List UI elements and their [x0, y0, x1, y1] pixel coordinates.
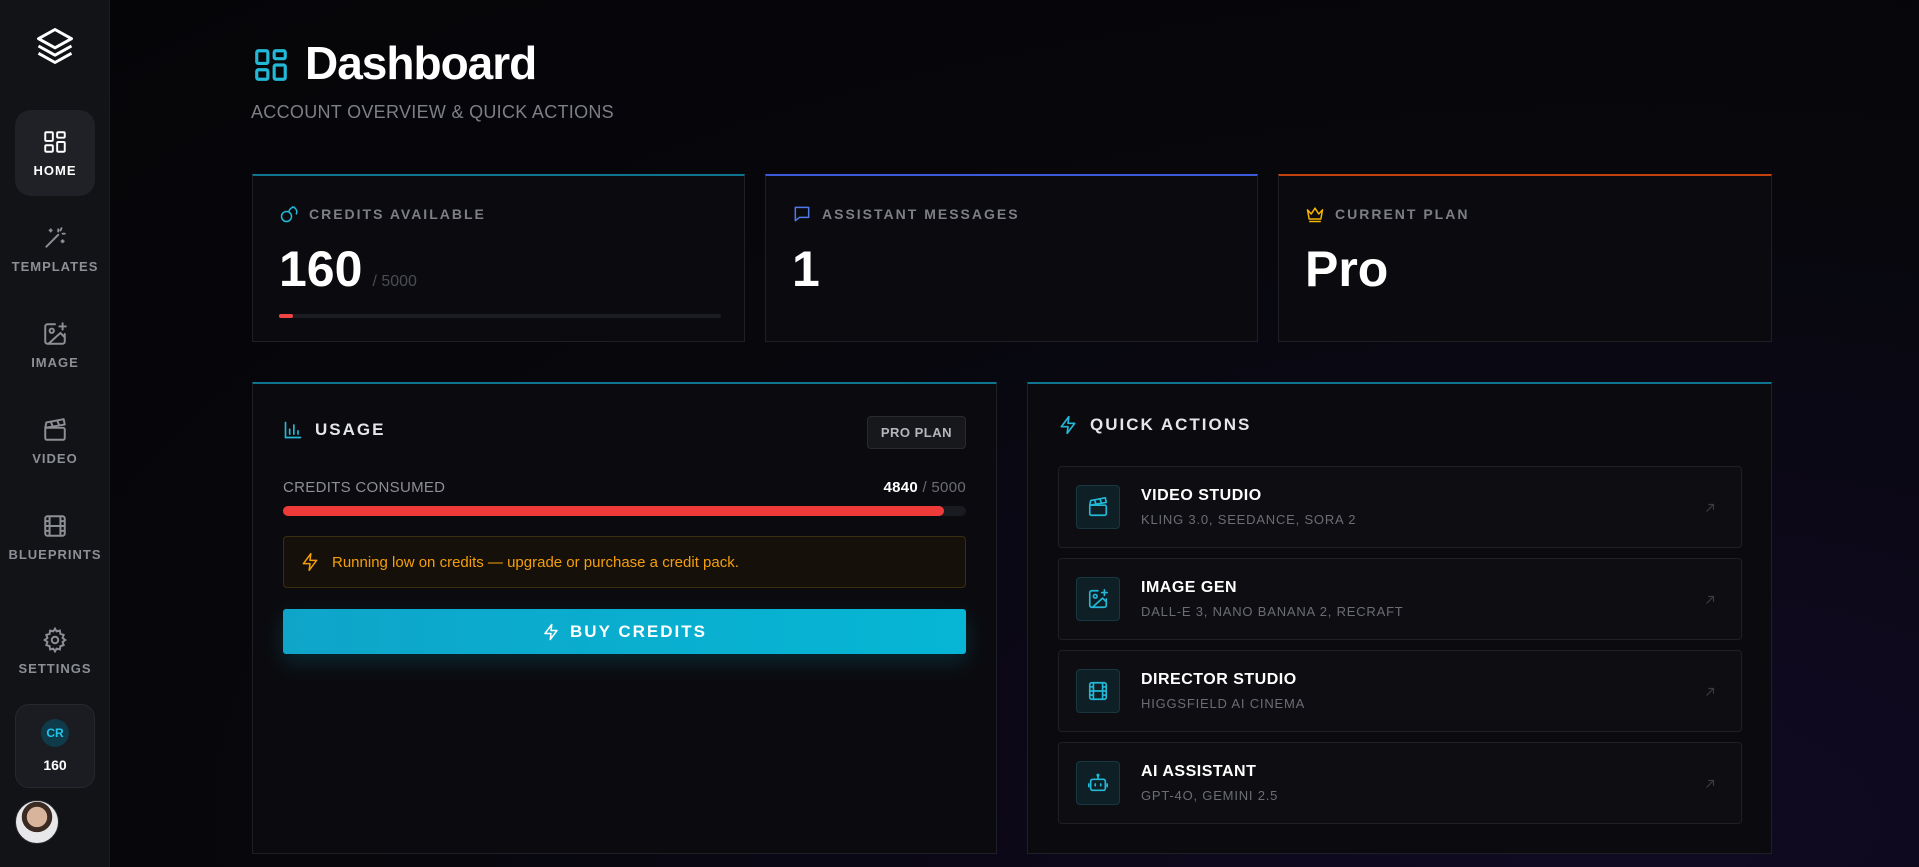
quick-action-title: AI ASSISTANT: [1141, 763, 1257, 780]
warning-text: Running low on credits — upgrade or purc…: [332, 553, 739, 571]
lightning-icon: [544, 623, 558, 640]
current-plan-card: CURRENT PLAN Pro: [1278, 174, 1772, 342]
arrow-up-right-icon: [1706, 595, 1715, 604]
image-plus-icon: [1088, 589, 1108, 609]
sidebar-item-blueprints[interactable]: BLUEPRINTS: [8, 494, 101, 580]
assistant-messages-card: ASSISTANT MESSAGES 1: [765, 174, 1258, 342]
quick-action-video-studio[interactable]: VIDEO STUDIO KLING 3.0, SEEDANCE, SORA 2: [1058, 466, 1742, 548]
credits-progress-bar: [279, 314, 721, 318]
avatar[interactable]: [15, 800, 59, 844]
quick-action-subtitle: KLING 3.0, SEEDANCE, SORA 2: [1141, 512, 1357, 527]
clapperboard-icon: [44, 417, 66, 441]
credits-available-label: CREDITS AVAILABLE: [309, 206, 486, 222]
lightning-icon: [302, 552, 318, 572]
credit-count: 160: [43, 757, 67, 773]
stat-value: 160 / 5000: [279, 240, 417, 298]
magic-wand-icon: [45, 226, 66, 248]
layers-logo-icon[interactable]: [33, 24, 77, 68]
sidebar-item-label: BLUEPRINTS: [8, 546, 102, 562]
quick-action-subtitle: DALL-E 3, NANO BANANA 2, RECRAFT: [1141, 604, 1404, 619]
credits-consumed-row: CREDITS CONSUMED 4840 / 5000: [283, 479, 966, 496]
gear-icon: [43, 626, 67, 653]
stat-label: ASSISTANT MESSAGES: [792, 204, 1020, 224]
bot-icon: [1088, 773, 1108, 792]
credits-available-card: CREDITS AVAILABLE 160 / 5000: [252, 174, 745, 342]
sidebar-item-label: TEMPLATES: [11, 258, 99, 274]
quick-action-title: DIRECTOR STUDIO: [1141, 671, 1297, 688]
quick-action-icon-box: [1076, 485, 1120, 529]
stat-label: CURRENT PLAN: [1305, 204, 1469, 224]
quick-action-subtitle: GPT-4O, GEMINI 2.5: [1141, 788, 1279, 803]
credit-badge: CR: [41, 719, 69, 747]
image-plus-icon: [44, 321, 67, 345]
quick-action-icon-box: [1076, 669, 1120, 713]
quick-actions-title: QUICK ACTIONS: [1090, 415, 1252, 434]
low-credits-warning: Running low on credits — upgrade or purc…: [283, 536, 966, 588]
film-icon: [1088, 681, 1108, 701]
coins-icon: [280, 206, 298, 223]
bar-chart-icon: [284, 421, 302, 439]
current-plan-value: Pro: [1305, 241, 1389, 297]
credits-progress-fill: [279, 314, 294, 318]
page-title: Dashboard: [305, 37, 537, 89]
sidebar-item-label: HOME: [33, 162, 77, 178]
usage-progress-bar: [283, 506, 966, 516]
page-subtitle: ACCOUNT OVERVIEW & QUICK ACTIONS: [251, 102, 614, 122]
plan-badge: PRO PLAN: [866, 416, 966, 449]
assistant-messages-value: 1: [792, 241, 820, 297]
quick-action-title: IMAGE GEN: [1141, 579, 1238, 596]
quick-action-director-studio[interactable]: DIRECTOR STUDIO HIGGSFIELD AI CINEMA: [1058, 650, 1742, 732]
sidebar-item-templates[interactable]: TEMPLATES: [12, 206, 97, 292]
stat-label: CREDITS AVAILABLE: [279, 204, 486, 224]
sidebar-item-label: VIDEO: [32, 450, 78, 466]
grid-icon: [255, 49, 287, 81]
sidebar-item-label: IMAGE: [31, 354, 79, 370]
lightning-icon: [1060, 415, 1076, 435]
film-icon: [44, 514, 66, 537]
arrow-up-right-icon: [1706, 687, 1715, 696]
usage-progress-fill: [283, 506, 945, 516]
arrow-up-right-icon: [1706, 779, 1715, 788]
consumed-total: / 5000: [922, 479, 966, 496]
sidebar-item-label: SETTINGS: [18, 660, 92, 676]
clapperboard-icon: [1088, 497, 1108, 517]
quick-action-subtitle: HIGGSFIELD AI CINEMA: [1141, 696, 1306, 711]
credits-consumed-value: 4840 / 5000: [883, 479, 966, 496]
buy-credits-button[interactable]: BUY CREDITS: [283, 609, 966, 654]
sidebar-item-video[interactable]: VIDEO: [15, 398, 95, 484]
quick-action-ai-assistant[interactable]: AI ASSISTANT GPT-4O, GEMINI 2.5: [1058, 742, 1742, 824]
grid-icon: [44, 130, 66, 153]
sidebar: HOME TEMPLATES IMAGE VIDEO BLUEPRINTS SE…: [0, 0, 110, 867]
usage-panel: USAGE PRO PLAN CREDITS CONSUMED 4840 / 5…: [252, 382, 997, 854]
current-plan-label: CURRENT PLAN: [1335, 206, 1470, 222]
quick-action-title: VIDEO STUDIO: [1141, 487, 1262, 504]
consumed-amount: 4840: [883, 479, 919, 496]
quick-actions-panel: QUICK ACTIONS VIDEO STUDIO KLING 3.0, SE…: [1027, 382, 1772, 854]
sidebar-credit-balance[interactable]: CR 160: [15, 704, 95, 788]
usage-title: USAGE: [315, 420, 386, 439]
credits-consumed-label: CREDITS CONSUMED: [283, 479, 446, 496]
credits-total: / 5000: [372, 273, 417, 290]
arrow-up-right-icon: [1706, 503, 1715, 512]
quick-action-image-gen[interactable]: IMAGE GEN DALL-E 3, NANO BANANA 2, RECRA…: [1058, 558, 1742, 640]
usage-header: USAGE: [283, 420, 385, 440]
assistant-messages-label: ASSISTANT MESSAGES: [822, 206, 1020, 222]
sidebar-item-home[interactable]: HOME: [15, 110, 95, 196]
crown-icon: [1306, 207, 1324, 223]
buy-credits-label: BUY CREDITS: [570, 621, 707, 641]
message-icon: [794, 206, 810, 222]
sidebar-item-image[interactable]: IMAGE: [15, 302, 95, 388]
sidebar-item-settings[interactable]: SETTINGS: [15, 608, 95, 694]
quick-action-icon-box: [1076, 761, 1120, 805]
credits-available-value: 160: [279, 241, 363, 297]
quick-actions-header: QUICK ACTIONS: [1058, 415, 1251, 435]
quick-action-icon-box: [1076, 577, 1120, 621]
